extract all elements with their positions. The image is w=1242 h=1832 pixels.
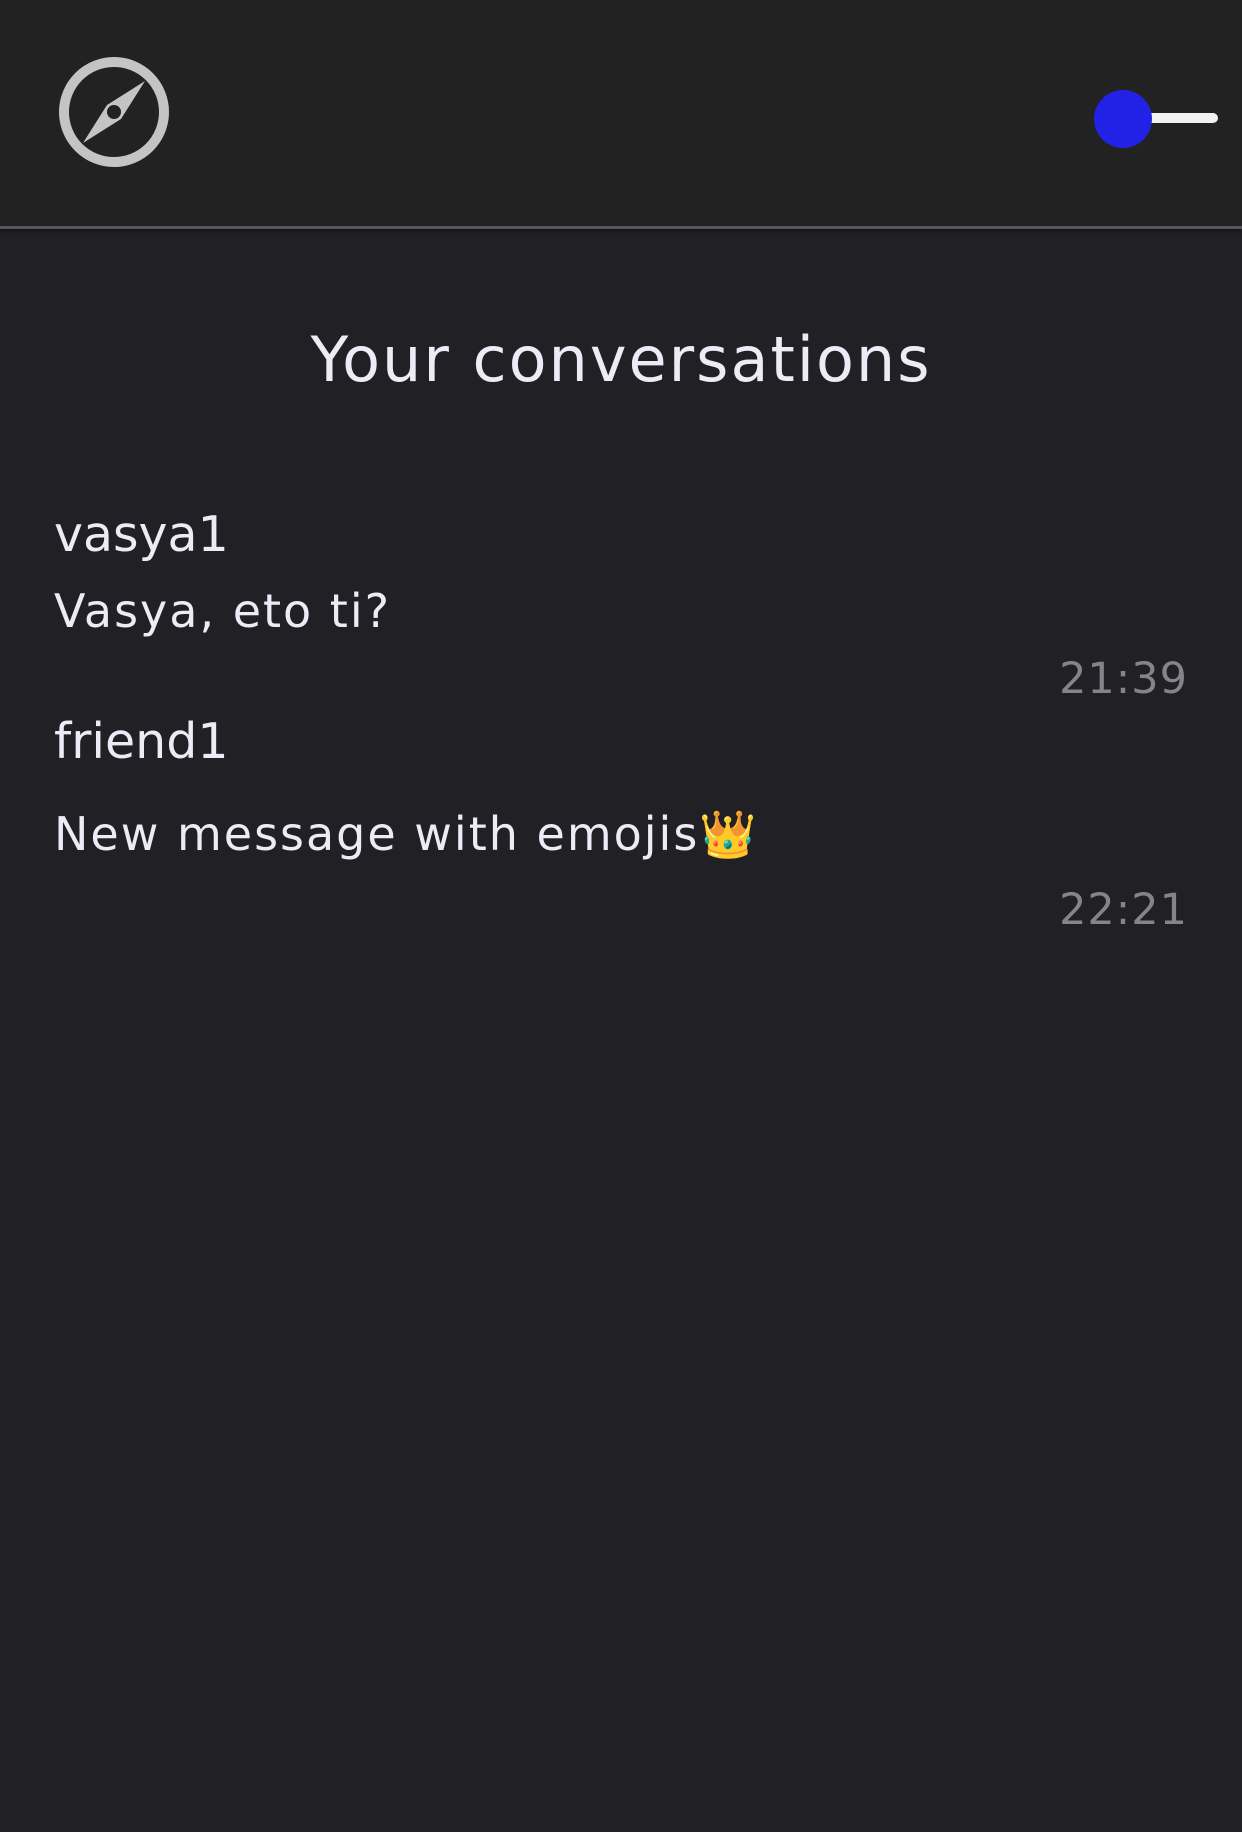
conversation-time: 22:21 [1059, 885, 1188, 935]
conversation-item-friend1[interactable]: friend1 New message with emojis👑 22:21 [54, 712, 1188, 935]
explore-button[interactable] [56, 54, 172, 170]
conversation-time: 21:39 [1059, 654, 1188, 704]
conversation-name: friend1 [54, 713, 229, 770]
page-title: Your conversations [310, 323, 932, 396]
compass-icon [59, 57, 169, 167]
conversation-last-message: New message with emojis👑 [54, 807, 759, 861]
conversation-item-vasya1[interactable]: vasya1 Vasya, eto ti? 21:39 [54, 505, 1188, 705]
toggle-knob [1094, 90, 1152, 148]
theme-toggle[interactable] [1094, 88, 1218, 148]
conversation-last-message: Vasya, eto ti? [54, 584, 392, 638]
conversation-name: vasya1 [54, 506, 229, 563]
top-bar [0, 0, 1242, 229]
